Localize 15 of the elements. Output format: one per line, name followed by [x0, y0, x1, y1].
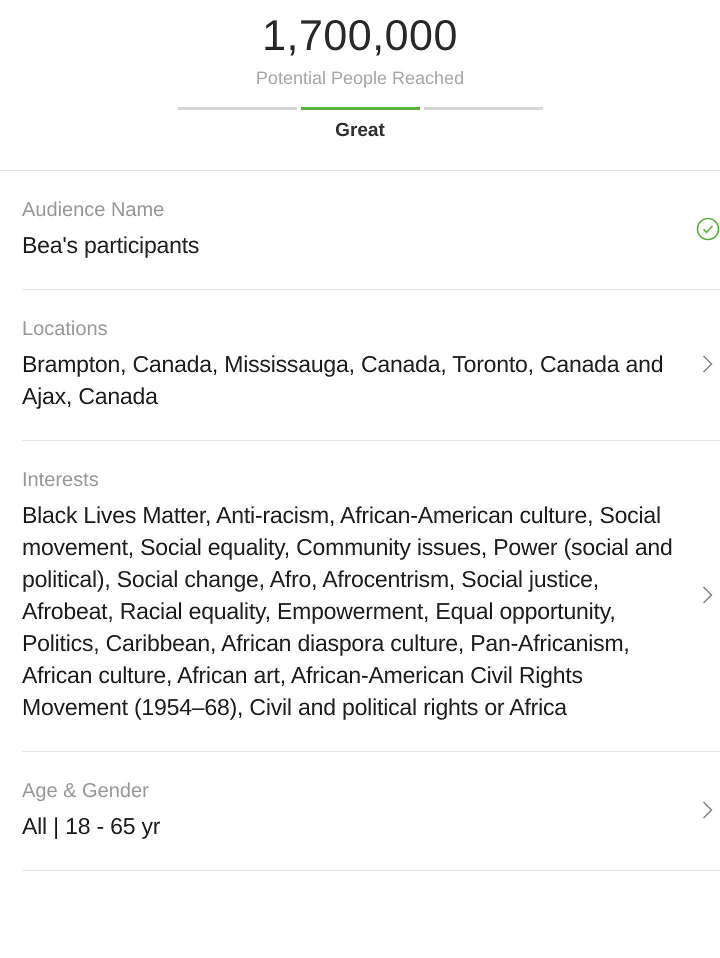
field-value: All | 18 - 65 yr: [22, 812, 162, 841]
chevron-right-icon[interactable]: [702, 801, 713, 819]
field-value: Brampton, Canada, Mississauga, Canada, Toronto, Canada and Ajax, Canada: [22, 350, 664, 411]
field-label: Interests: [22, 468, 100, 493]
field-value: Bea's participants: [22, 231, 200, 260]
field-label: Audience Name: [22, 198, 166, 223]
check-circle-icon: [696, 217, 720, 241]
reach-caption: Potential People Reached: [256, 68, 464, 89]
chevron-right-icon[interactable]: [702, 586, 713, 604]
field-value: Black Lives Matter, Anti-racism, African-American culture, Social movement, Social equality, Community issues, Power (social and political), Social change, Afro, Afrocentrism, Social justice, Afrobeat, Racial equality, Empowerment, Equal opportunity, Politics, Caribbean, African diaspora culture, Pan-Africanism, African culture, African art, African-American Civil Rights Movement (1954–68), Civil and political rights or Africa: [22, 501, 674, 722]
chevron-right-icon[interactable]: [702, 355, 713, 373]
reach-rating: Great: [335, 120, 385, 142]
reach-count: 1,700,000: [262, 11, 458, 62]
field-label: Age & Gender: [22, 779, 150, 804]
field-label: Locations: [22, 317, 109, 342]
